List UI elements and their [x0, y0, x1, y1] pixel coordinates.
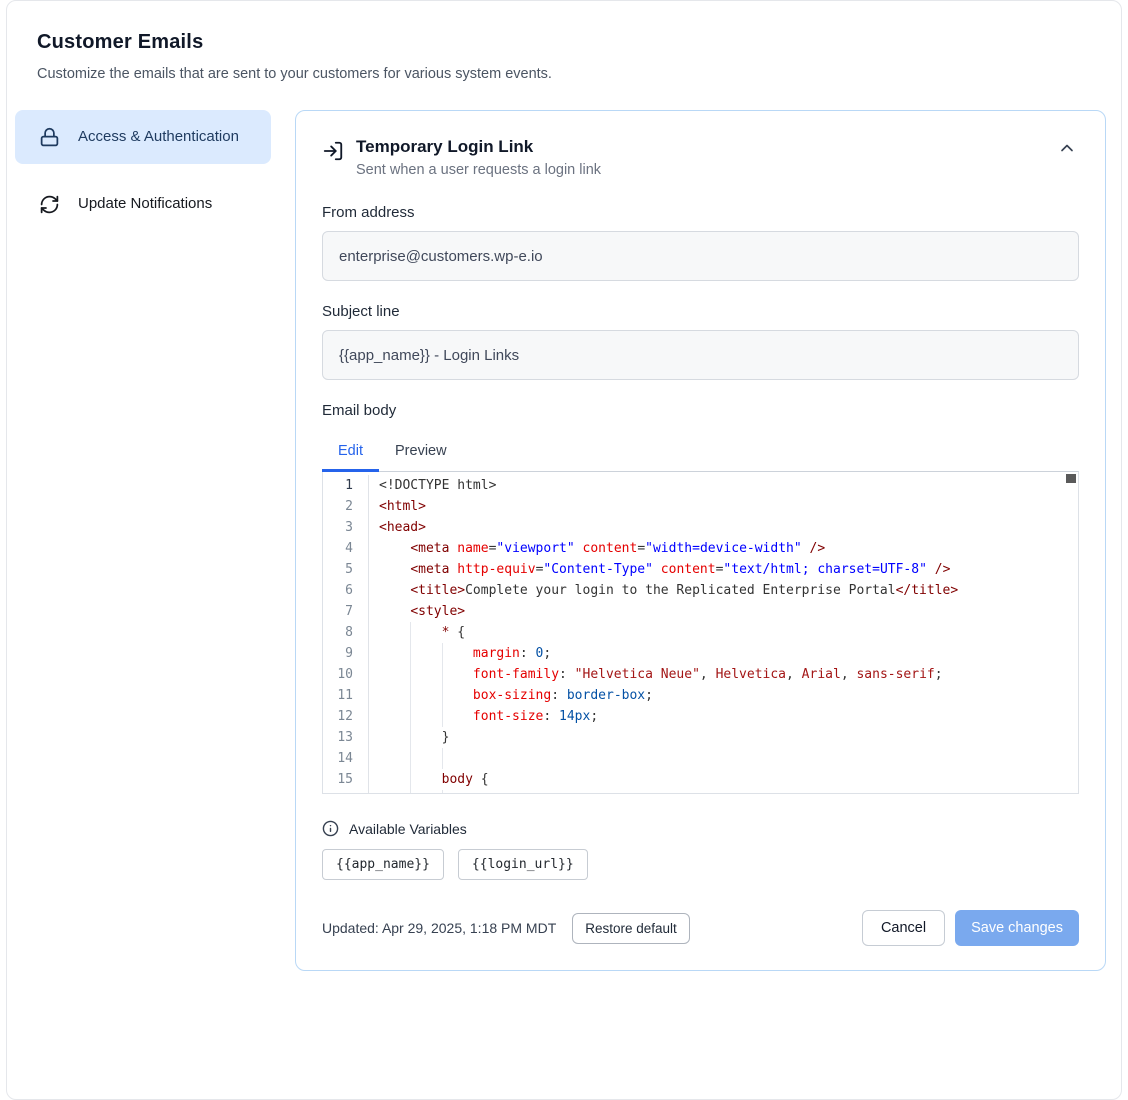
code-line: 12 font-size: 14px;	[323, 706, 1078, 727]
sidebar-item-label: Access & Authentication	[78, 126, 239, 148]
editor-tabbar: Edit Preview	[322, 433, 1079, 471]
email-template-panel: Temporary Login Link Sent when a user re…	[295, 110, 1106, 971]
subject-line-label: Subject line	[322, 303, 1079, 320]
variable-chip[interactable]: {{login_url}}	[458, 849, 588, 880]
line-number: 12	[323, 706, 369, 727]
sidebar-item-label: Update Notifications	[78, 193, 212, 215]
code-line: 11 box-sizing: border-box;	[323, 685, 1078, 706]
variable-chips: {{app_name}} {{login_url}}	[322, 849, 1079, 880]
line-number: 7	[323, 601, 369, 622]
sidebar-item-access-authentication[interactable]: Access & Authentication	[15, 110, 271, 164]
code-line: 14	[323, 748, 1078, 769]
line-number: 3	[323, 517, 369, 538]
line-number: 1	[323, 475, 369, 496]
code-line: 16 background-color: #f6f6f6;	[323, 790, 1078, 794]
card-head: Customer Emails Customize the emails tha…	[15, 31, 1106, 82]
refresh-icon	[39, 194, 60, 215]
line-number: 5	[323, 559, 369, 580]
lock-icon	[39, 127, 60, 148]
code-line: 2<html>	[323, 496, 1078, 517]
available-variables-label: Available Variables	[349, 821, 467, 837]
code-line: 6 <title>Complete your login to the Repl…	[323, 580, 1078, 601]
from-address-label: From address	[322, 204, 1079, 221]
variable-chip[interactable]: {{app_name}}	[322, 849, 444, 880]
available-variables-row: Available Variables	[322, 820, 1079, 837]
save-changes-button[interactable]: Save changes	[955, 910, 1079, 946]
collapse-button[interactable]	[1057, 137, 1079, 159]
line-number: 14	[323, 748, 369, 769]
line-number: 15	[323, 769, 369, 790]
updated-timestamp: Updated: Apr 29, 2025, 1:18 PM MDT	[322, 920, 556, 936]
login-icon	[322, 140, 344, 162]
from-address-input[interactable]	[322, 231, 1079, 281]
panel-subtitle: Sent when a user requests a login link	[356, 162, 601, 178]
sidebar-item-update-notifications[interactable]: Update Notifications	[15, 180, 271, 228]
panel-title: Temporary Login Link	[356, 137, 601, 157]
page-title: Customer Emails	[37, 31, 1106, 54]
line-number: 10	[323, 664, 369, 685]
line-number: 9	[323, 643, 369, 664]
code-line: 8 * {	[323, 622, 1078, 643]
code-line: 15 body {	[323, 769, 1078, 790]
code-line: 4 <meta name="viewport" content="width=d…	[323, 538, 1078, 559]
tab-edit[interactable]: Edit	[322, 433, 379, 471]
line-number: 8	[323, 622, 369, 643]
line-number: 13	[323, 727, 369, 748]
line-number: 4	[323, 538, 369, 559]
editor-scrollbar-thumb[interactable]	[1066, 474, 1076, 483]
panel-header-text: Temporary Login Link Sent when a user re…	[356, 137, 601, 178]
code-line: 7 <style>	[323, 601, 1078, 622]
code-editor[interactable]: 1<!DOCTYPE html>2<html>3<head>4 <meta na…	[322, 471, 1079, 794]
info-icon	[322, 820, 339, 837]
code-line: 3<head>	[323, 517, 1078, 538]
panel-footer: Updated: Apr 29, 2025, 1:18 PM MDT Resto…	[322, 910, 1079, 946]
subject-line-input[interactable]	[322, 330, 1079, 380]
email-body-label: Email body	[322, 402, 1079, 419]
editor-lines: 1<!DOCTYPE html>2<html>3<head>4 <meta na…	[323, 472, 1078, 794]
code-line: 5 <meta http-equiv="Content-Type" conten…	[323, 559, 1078, 580]
tab-preview[interactable]: Preview	[379, 433, 463, 471]
cancel-button[interactable]: Cancel	[862, 910, 945, 946]
page-subtitle: Customize the emails that are sent to yo…	[37, 66, 1106, 82]
content-row: Access & Authentication Update Notificati…	[15, 110, 1106, 971]
customer-emails-card: Customer Emails Customize the emails tha…	[6, 0, 1122, 1100]
code-line: 1<!DOCTYPE html>	[323, 475, 1078, 496]
sidebar: Access & Authentication Update Notificati…	[15, 110, 271, 228]
line-number: 16	[323, 790, 369, 794]
line-number: 6	[323, 580, 369, 601]
code-line: 13 }	[323, 727, 1078, 748]
code-line: 10 font-family: "Helvetica Neue", Helvet…	[323, 664, 1078, 685]
code-line: 9 margin: 0;	[323, 643, 1078, 664]
footer-actions: Cancel Save changes	[862, 910, 1079, 946]
line-number: 11	[323, 685, 369, 706]
panel-header: Temporary Login Link Sent when a user re…	[322, 137, 1079, 178]
chevron-up-icon	[1057, 138, 1077, 158]
line-number: 2	[323, 496, 369, 517]
restore-default-button[interactable]: Restore default	[572, 913, 690, 944]
